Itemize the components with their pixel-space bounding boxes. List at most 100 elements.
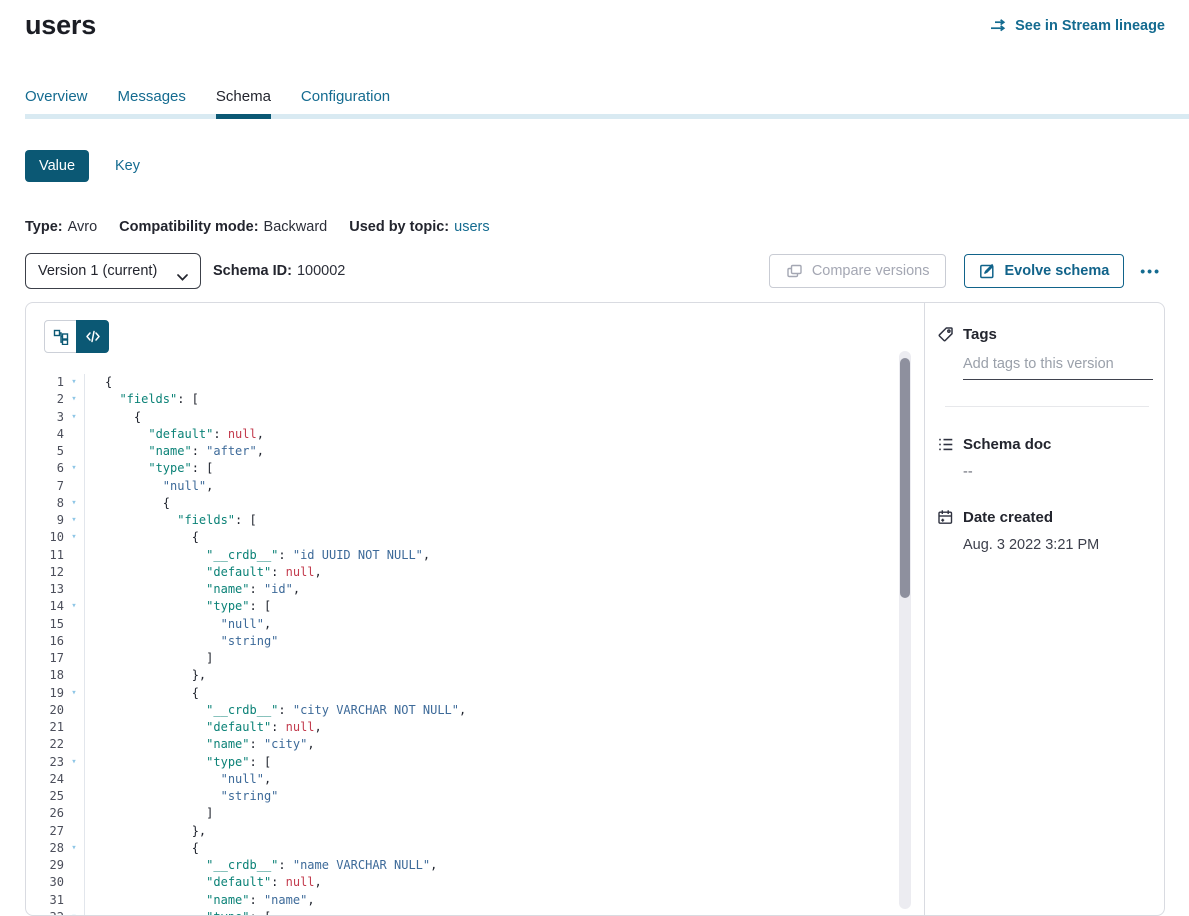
tab-messages[interactable]: Messages: [118, 88, 186, 105]
topic-users-link[interactable]: users: [454, 219, 489, 235]
line-number: 31: [26, 892, 64, 909]
code-text: "name": "id",: [84, 581, 300, 598]
fold-toggle-icon[interactable]: ▾: [64, 374, 84, 391]
line-number: 23: [26, 754, 64, 771]
calendar-plus-icon: [937, 509, 954, 526]
type-pair: Type:Avro: [25, 219, 97, 235]
page-title: users: [25, 10, 96, 41]
compare-versions-icon: [786, 263, 803, 279]
code-line: 28▾{: [26, 840, 924, 857]
fold-toggle-icon[interactable]: ▾: [64, 391, 84, 408]
code-line: 20"__crdb__": "city VARCHAR NOT NULL",: [26, 702, 924, 719]
code-line: 3▾{: [26, 409, 924, 426]
line-number: 18: [26, 667, 64, 684]
line-number: 21: [26, 719, 64, 736]
fold-toggle-icon[interactable]: ▾: [64, 685, 84, 702]
code-text: {: [84, 685, 199, 702]
schema-meta-row: Type:Avro Compatibility mode:Backward Us…: [25, 219, 1165, 235]
code-line: 32▾"type": [: [26, 909, 924, 915]
version-select[interactable]: Version 1 (current): [25, 253, 201, 289]
fold-toggle-icon[interactable]: ▾: [64, 460, 84, 477]
used-by-topic-pair: Used by topic: users: [349, 219, 489, 235]
schema-side-panel: Tags Schema doc --: [925, 303, 1165, 915]
code-text: "fields": [: [84, 391, 199, 408]
tree-view-button[interactable]: [44, 320, 77, 353]
version-select-wrap: Version 1 (current): [25, 253, 201, 289]
fold-toggle-icon[interactable]: ▾: [64, 512, 84, 529]
evolve-schema-button[interactable]: Evolve schema: [964, 254, 1124, 288]
tags-title: Tags: [963, 326, 997, 343]
fold-gutter: [64, 564, 84, 581]
code-line: 26]: [26, 805, 924, 822]
tab-overview[interactable]: Overview: [25, 88, 88, 105]
line-number: 28: [26, 840, 64, 857]
code-line: 31 "name": "name",: [26, 892, 924, 909]
code-line: 2▾"fields": [: [26, 391, 924, 408]
code-text: "name": "name",: [84, 892, 315, 909]
add-tags-input[interactable]: [963, 354, 1153, 380]
fold-toggle-icon[interactable]: ▾: [64, 754, 84, 771]
line-number: 24: [26, 771, 64, 788]
editor-scrollbar-track[interactable]: [899, 351, 911, 909]
tab-schema[interactable]: Schema: [216, 88, 271, 105]
schema-id-value: 100002: [297, 263, 345, 279]
code-line: 18},: [26, 667, 924, 684]
line-number: 32: [26, 909, 64, 915]
editor-scrollbar-thumb[interactable]: [900, 358, 910, 598]
compatibility-label: Compatibility mode:: [119, 219, 258, 235]
code-line: 24"null",: [26, 771, 924, 788]
line-number: 6: [26, 460, 64, 477]
code-text: {: [84, 374, 112, 391]
compare-versions-button[interactable]: Compare versions: [769, 254, 947, 288]
see-in-stream-lineage-link[interactable]: See in Stream lineage: [990, 18, 1165, 34]
code-text: {: [84, 495, 170, 512]
fold-gutter: [64, 823, 84, 840]
schema-id-pair: Schema ID:100002: [213, 263, 345, 279]
compare-versions-label: Compare versions: [812, 263, 930, 279]
side-divider: [945, 406, 1149, 407]
code-line: 7"null",: [26, 478, 924, 495]
code-text: "type": [: [84, 598, 271, 615]
code-line: 14▾"type": [: [26, 598, 924, 615]
line-number: 22: [26, 736, 64, 753]
fold-gutter: [64, 426, 84, 443]
schema-panel: 1▾{2▾"fields": [3▾{4"default": null,5"na…: [25, 302, 1165, 916]
fold-toggle-icon[interactable]: ▾: [64, 409, 84, 426]
tab-bar: Overview Messages Schema Configuration: [25, 88, 1165, 105]
line-number: 1: [26, 374, 64, 391]
code-text: "name": "after",: [84, 443, 264, 460]
code-line: 1▾{: [26, 374, 924, 391]
fold-toggle-icon[interactable]: ▾: [64, 495, 84, 512]
code-line: 6▾"type": [: [26, 460, 924, 477]
fold-gutter: [64, 702, 84, 719]
value-toggle-button[interactable]: Value: [25, 150, 89, 182]
code-text: "string": [84, 633, 278, 650]
code-text: "type": [: [84, 909, 271, 915]
key-toggle-button[interactable]: Key: [115, 158, 140, 174]
fold-toggle-icon[interactable]: ▾: [64, 529, 84, 546]
date-created-title: Date created: [963, 509, 1053, 526]
used-by-topic-label: Used by topic:: [349, 219, 449, 235]
tab-configuration[interactable]: Configuration: [301, 88, 390, 105]
fold-toggle-icon[interactable]: ▾: [64, 909, 84, 915]
code-line: 10▾{: [26, 529, 924, 546]
code-line: 22"name": "city",: [26, 736, 924, 753]
line-number: 29: [26, 857, 64, 874]
fold-gutter: [64, 771, 84, 788]
fold-toggle-icon[interactable]: ▾: [64, 840, 84, 857]
code-line: 23▾"type": [: [26, 754, 924, 771]
code-line: 15"null",: [26, 616, 924, 633]
line-number: 2: [26, 391, 64, 408]
line-number: 15: [26, 616, 64, 633]
more-actions-button[interactable]: •••: [1136, 263, 1165, 279]
code-line: 30"default": null,: [26, 874, 924, 891]
code-text: "string": [84, 788, 278, 805]
code-line: 4"default": null,: [26, 426, 924, 443]
fold-toggle-icon[interactable]: ▾: [64, 598, 84, 615]
code-view-button[interactable]: [76, 320, 109, 353]
code-text: },: [84, 667, 206, 684]
line-number: 5: [26, 443, 64, 460]
fold-gutter: [64, 719, 84, 736]
line-number: 14: [26, 598, 64, 615]
code-line: 9▾"fields": [: [26, 512, 924, 529]
